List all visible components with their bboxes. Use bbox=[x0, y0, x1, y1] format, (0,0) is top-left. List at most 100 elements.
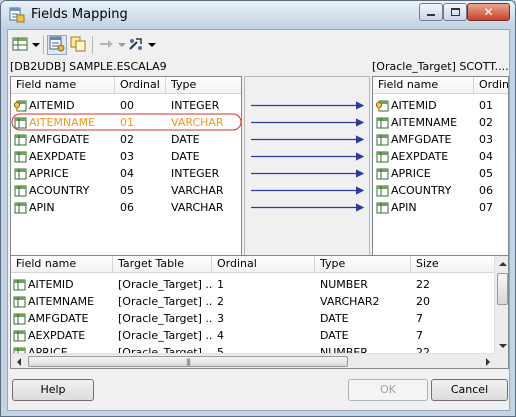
target-table-cell: [Oracle_Target] ... bbox=[113, 327, 212, 344]
scroll-left-button[interactable] bbox=[11, 354, 26, 368]
arrow-right-icon bbox=[485, 357, 490, 366]
mapping-row[interactable]: AEXPDATE [Oracle_Target] ... 4 DATE 7 bbox=[11, 327, 495, 344]
mapping-horizontal-scrollbar[interactable]: ||| bbox=[11, 353, 495, 368]
ordinal-cell: 3 bbox=[212, 310, 315, 327]
map-right-dropdown[interactable] bbox=[117, 35, 126, 55]
field-name-cell: ACOUNTRY bbox=[373, 182, 474, 199]
help-button[interactable]: Help bbox=[12, 379, 94, 401]
ordinal-cell: 07 bbox=[474, 199, 508, 216]
grid-view-button[interactable] bbox=[10, 35, 30, 55]
maximize-icon bbox=[450, 8, 460, 16]
mapping-row[interactable]: AITEMNAME [Oracle_Target] ... 2 VARCHAR2 20 bbox=[11, 293, 495, 310]
source-fields-list[interactable]: Field name Ordinal Type AITEMID 00 INTEGER… bbox=[10, 76, 242, 273]
map-right-button[interactable] bbox=[96, 35, 116, 55]
field-name-cell-text: ACOUNTRY bbox=[391, 184, 452, 197]
field-name-cell: AMFGDATE bbox=[11, 310, 113, 327]
maximize-button[interactable] bbox=[443, 3, 467, 21]
field-icon bbox=[13, 330, 26, 342]
size-cell: 20 bbox=[411, 293, 495, 310]
target-table-cell-text: [Oracle_Target] ... bbox=[118, 295, 212, 308]
target-field-row[interactable]: APIN 07 bbox=[373, 199, 508, 216]
type-cell-text: VARCHAR2 bbox=[320, 295, 380, 308]
cancel-button[interactable]: Cancel bbox=[431, 379, 508, 401]
ordinal-cell-text: 02 bbox=[479, 116, 493, 129]
mapping-hscroll-thumb[interactable]: ||| bbox=[28, 356, 348, 367]
mapping-vscroll-thumb[interactable] bbox=[497, 273, 508, 305]
target-field-row[interactable]: AITEMNAME 02 bbox=[373, 114, 508, 131]
field-icon bbox=[13, 313, 26, 325]
ordinal-cell-text: 03 bbox=[479, 133, 493, 146]
auto-map-dropdown[interactable] bbox=[147, 35, 156, 55]
ordinal-cell-text: 01 bbox=[479, 99, 493, 112]
mapping-header-ordinal[interactable]: Ordinal bbox=[212, 256, 315, 273]
properties-button[interactable] bbox=[47, 35, 67, 55]
field-icon bbox=[376, 168, 389, 180]
size-cell: 7 bbox=[411, 310, 495, 327]
field-icon bbox=[376, 202, 389, 214]
copy-icon bbox=[70, 36, 86, 55]
target-field-row[interactable]: AITEMID 01 bbox=[373, 97, 508, 114]
field-name-cell-text: APRICE bbox=[391, 167, 431, 180]
copy-button[interactable] bbox=[68, 35, 88, 55]
type-cell: DATE bbox=[315, 310, 411, 327]
target-field-row[interactable]: APRICE 05 bbox=[373, 165, 508, 182]
ok-button[interactable]: OK bbox=[348, 379, 428, 401]
highlight-ellipse bbox=[11, 113, 241, 131]
target-header-ordinal[interactable]: Ordinal bbox=[474, 77, 508, 94]
mapping-vertical-scrollbar[interactable] bbox=[494, 256, 508, 353]
target-table-cell: [Oracle_Target] ... bbox=[113, 310, 212, 327]
target-fields-list[interactable]: Field name Ordinal AITEMID01AITEMNAME02A… bbox=[372, 76, 509, 273]
source-table-label: [DB2UDB] SAMPLE.ESCALA9 bbox=[10, 60, 167, 73]
field-icon bbox=[13, 279, 26, 291]
minimize-icon bbox=[427, 14, 435, 16]
field-name-cell: AITEMNAME bbox=[11, 293, 113, 310]
field-icon bbox=[376, 117, 389, 129]
close-button[interactable]: ✕ bbox=[467, 3, 510, 21]
mapping-header-type[interactable]: Type bbox=[315, 256, 411, 273]
field-name-cell-text: AEXPDATE bbox=[28, 329, 86, 342]
field-name-cell: AITEMNAME bbox=[373, 114, 474, 131]
field-name-cell-text: AITEMNAME bbox=[28, 295, 95, 308]
size-cell-text: 7 bbox=[416, 329, 423, 342]
target-field-row[interactable]: AEXPDATE 04 bbox=[373, 148, 508, 165]
scroll-right-button[interactable] bbox=[480, 354, 495, 368]
mapping-row[interactable]: AITEMID [Oracle_Target] ... 1 NUMBER 22 bbox=[11, 276, 495, 293]
target-field-row[interactable]: ACOUNTRY 06 bbox=[373, 182, 508, 199]
ordinal-cell: 1 bbox=[212, 276, 315, 293]
mapping-header-target-table[interactable]: Target Table bbox=[113, 256, 212, 273]
mapping-lines bbox=[251, 101, 365, 212]
mapping-header-size[interactable]: Size bbox=[411, 256, 495, 273]
field-name-cell: AEXPDATE bbox=[373, 148, 474, 165]
minimize-button[interactable] bbox=[419, 3, 443, 21]
mapping-header-field-name[interactable]: Field name bbox=[11, 256, 113, 273]
size-cell: 22 bbox=[411, 276, 495, 293]
grid-view-icon bbox=[12, 36, 28, 55]
ordinal-cell: 04 bbox=[474, 148, 508, 165]
target-header-field-name[interactable]: Field name bbox=[373, 77, 474, 94]
dialog-client: [DB2UDB] SAMPLE.ESCALA9 [Oracle_Target] … bbox=[7, 29, 510, 411]
field-name-cell: APRICE bbox=[373, 165, 474, 182]
target-table-cell-text: [Oracle_Target] ... bbox=[118, 329, 212, 342]
type-cell-text: DATE bbox=[320, 312, 349, 325]
scroll-down-button[interactable] bbox=[495, 338, 508, 353]
auto-map-button[interactable] bbox=[126, 35, 146, 55]
ordinal-cell: 05 bbox=[474, 165, 508, 182]
scrollbar-corner bbox=[495, 353, 508, 368]
target-field-row[interactable]: AMFGDATE 03 bbox=[373, 131, 508, 148]
ordinal-cell-text: 1 bbox=[217, 278, 224, 291]
scroll-up-button[interactable] bbox=[495, 256, 508, 271]
target-table-label: [Oracle_Target] SCOTT.... bbox=[372, 60, 509, 73]
field-name-cell-text: AITEMID bbox=[28, 278, 74, 291]
toolbar bbox=[10, 33, 210, 57]
ordinal-cell-text: 4 bbox=[217, 329, 224, 342]
type-cell-text: NUMBER bbox=[320, 278, 368, 291]
field-icon bbox=[376, 151, 389, 163]
grid-view-dropdown[interactable] bbox=[31, 35, 40, 55]
mapping-header: Field name Target Table Ordinal Type Siz… bbox=[11, 256, 495, 273]
mapping-row[interactable]: AMFGDATE [Oracle_Target] ... 3 DATE 7 bbox=[11, 310, 495, 327]
size-cell-text: 7 bbox=[416, 312, 423, 325]
ordinal-cell-text: 07 bbox=[479, 201, 493, 214]
field-icon bbox=[13, 296, 26, 308]
field-icon bbox=[376, 185, 389, 197]
mapping-table[interactable]: Field name Target Table Ordinal Type Siz… bbox=[10, 255, 509, 369]
